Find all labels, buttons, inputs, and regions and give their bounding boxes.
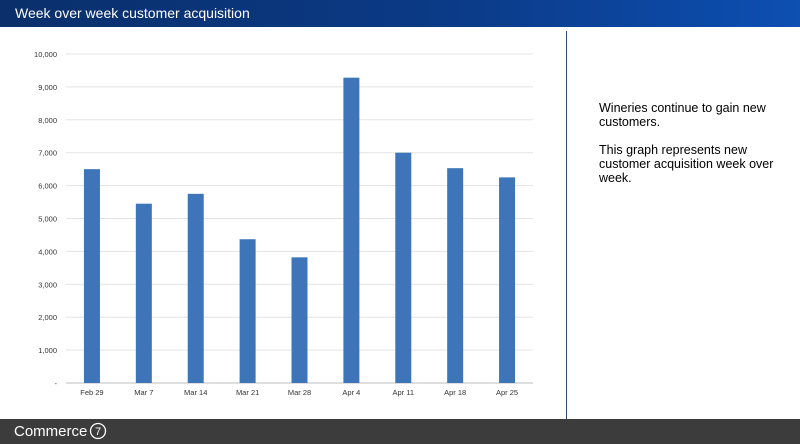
bar <box>187 193 204 383</box>
y-tick-label: 1,000 <box>38 346 57 355</box>
footer-bar: Commerce 7 <box>0 419 800 444</box>
panel-divider <box>566 31 567 419</box>
x-tick-label: Apr 4 <box>342 388 360 397</box>
x-tick-label: Apr 18 <box>444 388 466 397</box>
y-tick-label: 3,000 <box>38 280 57 289</box>
y-tick-label: 7,000 <box>38 149 57 158</box>
x-tick-label: Mar 14 <box>184 388 207 397</box>
brand-mark: 7 <box>95 426 101 438</box>
x-tick-label: Mar 28 <box>288 388 311 397</box>
bar-chart: - 1,000 2,000 3,000 4,000 5,000 6,000 7,000 8,00… <box>34 50 533 397</box>
x-tick-label: Apr 11 <box>393 388 415 397</box>
x-tick-label: Mar 21 <box>236 388 259 397</box>
chart-caption: Wineries continue to gain new customers.… <box>599 101 784 199</box>
caption-line-2: This graph represents new customer acqui… <box>599 143 774 185</box>
x-tick-label: Apr 25 <box>496 388 518 397</box>
y-tick-label: 4,000 <box>38 247 57 256</box>
y-tick-label: 8,000 <box>38 116 57 125</box>
bar <box>239 239 256 383</box>
y-tick-label: - <box>55 379 58 388</box>
x-tick-label: Feb 29 <box>80 388 103 397</box>
brand-name: Commerce <box>14 422 88 440</box>
page-title: Week over week customer acquisition <box>15 5 250 21</box>
circled-seven-icon: 7 <box>90 422 107 440</box>
y-tick-label: 6,000 <box>38 182 57 191</box>
x-tick-label: Mar 7 <box>134 388 153 397</box>
bar <box>83 169 100 383</box>
bar <box>135 203 152 383</box>
y-tick-label: 2,000 <box>38 313 57 322</box>
bar <box>291 257 308 383</box>
caption-line-1: Wineries continue to gain new customers. <box>599 101 766 129</box>
brand-logo: Commerce 7 <box>14 422 107 440</box>
bar <box>499 177 516 383</box>
title-bar: Week over week customer acquisition <box>0 0 800 27</box>
y-tick-label: 9,000 <box>38 83 57 92</box>
bar <box>395 152 412 383</box>
y-tick-label: 5,000 <box>38 215 57 224</box>
y-tick-label: 10,000 <box>34 50 57 59</box>
bar <box>343 77 360 384</box>
bar <box>447 168 464 383</box>
